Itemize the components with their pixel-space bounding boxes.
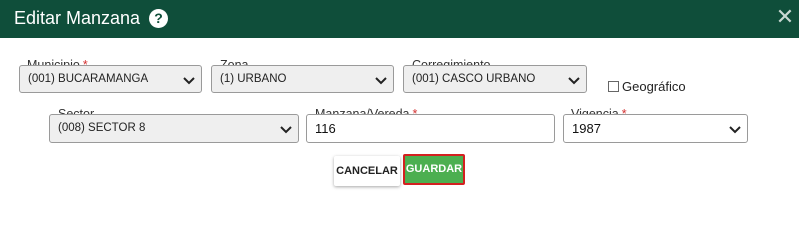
municipio-value: (001) BUCARAMANGA <box>28 73 149 85</box>
sector-select[interactable]: (008) SECTOR 8 <box>49 114 299 143</box>
vigencia-select[interactable]: 1987 <box>563 114 748 143</box>
zona-value: (1) URBANO <box>220 73 287 85</box>
corregimiento-select[interactable]: (001) CASCO URBANO <box>403 65 587 93</box>
chevron-down-icon <box>729 126 741 134</box>
municipio-select[interactable]: (001) BUCARAMANGA <box>19 65 202 93</box>
chevron-down-icon <box>568 77 580 85</box>
save-button[interactable]: GUARDAR <box>403 154 465 185</box>
dialog-header: Editar Manzana ? ✕ <box>0 0 799 38</box>
chevron-down-icon <box>280 126 292 134</box>
chevron-down-icon <box>183 77 195 85</box>
cancel-button[interactable]: CANCELAR <box>334 156 400 186</box>
manzana-vereda-input[interactable]: 116 <box>306 114 555 143</box>
vigencia-value: 1987 <box>572 121 601 136</box>
question-circle-icon[interactable]: ? <box>149 9 168 28</box>
sector-value: (008) SECTOR 8 <box>58 122 146 134</box>
chevron-down-icon <box>375 77 387 85</box>
geografico-checkbox[interactable] <box>608 81 619 92</box>
zona-select[interactable]: (1) URBANO <box>211 65 394 93</box>
dialog-title: Editar Manzana <box>14 8 141 28</box>
manzana-vereda-value: 116 <box>315 121 336 136</box>
corregimiento-value: (001) CASCO URBANO <box>412 73 536 85</box>
close-icon[interactable]: ✕ <box>775 6 795 28</box>
geografico-label: Geográfico <box>622 79 686 94</box>
